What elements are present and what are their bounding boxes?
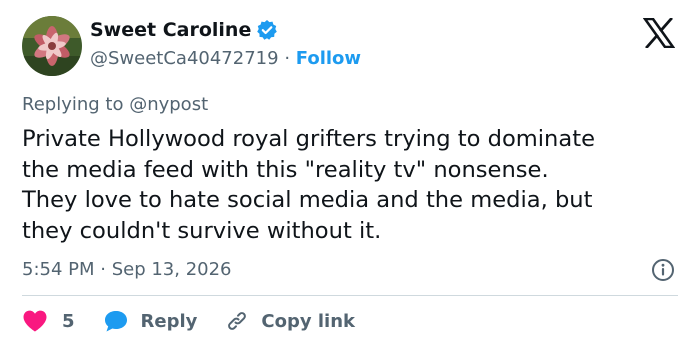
handle-separator: ·	[284, 48, 291, 69]
tweet-text-line: the media feed with this "reality tv" no…	[22, 156, 549, 183]
author-handle-row: @SweetCa40472719 · Follow	[90, 48, 361, 69]
verified-badge-icon	[256, 19, 278, 41]
author-display-name[interactable]: Sweet Caroline	[90, 19, 278, 41]
tweet-timestamp[interactable]: 5:54 PM · Sep 13, 2026	[22, 259, 232, 280]
reply-button[interactable]: Reply	[103, 309, 198, 333]
author-name-text[interactable]: Sweet Caroline	[90, 19, 251, 41]
tweet-text-line: They love to hate social media and the m…	[22, 187, 593, 213]
heart-icon	[22, 309, 48, 333]
author-handle[interactable]: @SweetCa40472719	[90, 48, 279, 69]
reply-bubble-icon	[103, 309, 129, 333]
copy-link-button[interactable]: Copy link	[225, 309, 355, 333]
tweet-text-line: Private Hollywood royal grifters trying …	[22, 126, 595, 152]
divider	[22, 295, 678, 296]
tweet-text-line: they couldn't survive without it.	[22, 217, 382, 244]
follow-button[interactable]: Follow	[296, 48, 361, 69]
info-icon[interactable]	[651, 258, 675, 282]
tweet-text: Private Hollywood royal grifters trying …	[22, 124, 692, 246]
like-button[interactable]: 5	[22, 309, 75, 333]
link-icon	[225, 309, 249, 333]
copy-link-label: Copy link	[261, 310, 355, 332]
flower-photo-avatar	[22, 16, 82, 76]
avatar[interactable]	[22, 16, 82, 76]
action-bar: 5 Reply Copy link	[22, 308, 355, 334]
x-logo-icon[interactable]	[642, 17, 676, 49]
replying-to-label[interactable]: Replying to @nypost	[22, 94, 208, 115]
like-count: 5	[62, 310, 75, 332]
reply-label: Reply	[140, 310, 198, 332]
